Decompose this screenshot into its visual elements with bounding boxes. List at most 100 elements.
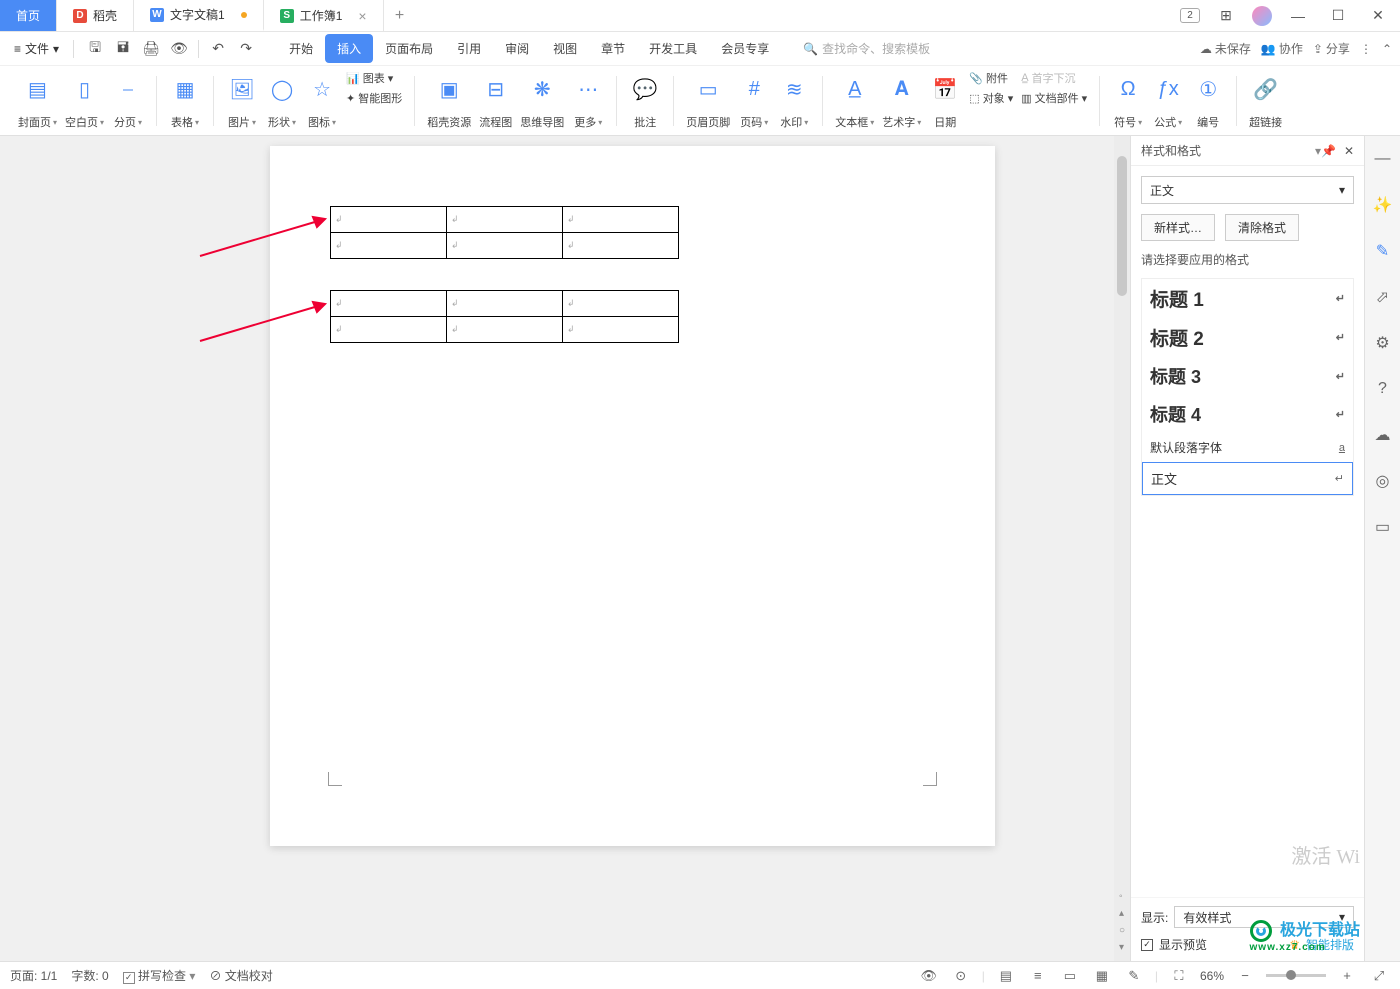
table-row[interactable]: ↲↲↲: [331, 233, 679, 259]
eye-icon[interactable]: 👁: [918, 965, 940, 987]
badge-icon[interactable]: 2: [1180, 8, 1200, 23]
unsaved-button[interactable]: ☁未保存: [1200, 40, 1251, 57]
avatar[interactable]: [1252, 6, 1272, 26]
share-button[interactable]: ⇪分享: [1313, 40, 1350, 57]
collab-button[interactable]: 👥协作: [1261, 40, 1303, 57]
show-select[interactable]: 有效样式▾: [1174, 906, 1354, 928]
preview-checkbox[interactable]: ✓: [1141, 939, 1153, 951]
undo-button[interactable]: ↶: [205, 36, 231, 62]
menu-sections[interactable]: 章节: [589, 34, 637, 63]
style-item-h1[interactable]: 标题 1↵: [1142, 279, 1353, 318]
vertical-scrollbar[interactable]: ◦ ▴ ○ ▾: [1114, 136, 1130, 961]
fullscreen-icon[interactable]: ⤢: [1368, 965, 1390, 987]
pin-icon[interactable]: 📌: [1321, 144, 1336, 158]
view-outline-icon[interactable]: ≡: [1027, 965, 1049, 987]
smart-layout-link[interactable]: 智能排版: [1306, 936, 1354, 953]
tab-home[interactable]: 首页: [0, 0, 57, 31]
tool-pointer-icon[interactable]: ⬀: [1370, 284, 1396, 310]
tool-screen-icon[interactable]: ▭: [1370, 514, 1396, 540]
cover-page-button[interactable]: ▤封面页▾: [14, 70, 61, 132]
status-spellcheck[interactable]: ✓ 拼写检查 ▾: [123, 967, 196, 984]
page-nav-icon[interactable]: ○: [1119, 925, 1125, 936]
tool-sparkle-icon[interactable]: ✨: [1370, 192, 1396, 218]
file-menu[interactable]: ≡文件▾: [8, 40, 65, 57]
save-button[interactable]: 🖫: [82, 36, 108, 62]
chart-button[interactable]: 📊图表▾: [346, 70, 402, 86]
new-tab-button[interactable]: +: [384, 0, 416, 31]
numbering-button[interactable]: ①编号: [1188, 70, 1228, 132]
hyperlink-button[interactable]: 🔗超链接: [1245, 70, 1286, 132]
shape-button[interactable]: ◯形状▾: [262, 70, 302, 132]
more-icon[interactable]: ⋮: [1360, 42, 1372, 56]
menu-member[interactable]: 会员专享: [709, 34, 781, 63]
tab-dk[interactable]: D稻壳: [57, 0, 134, 31]
window-maximize-icon[interactable]: ☐: [1324, 2, 1352, 30]
tool-minimize-icon[interactable]: —: [1370, 146, 1396, 172]
table-row[interactable]: ↲↲↲: [331, 291, 679, 317]
scroll-thumb[interactable]: [1117, 156, 1127, 296]
current-style-select[interactable]: 正文▾: [1141, 176, 1354, 204]
view-markup-icon[interactable]: ✎: [1123, 965, 1145, 987]
style-item-body[interactable]: 正文↵: [1142, 462, 1353, 495]
object-button[interactable]: ⬚对象▾: [969, 90, 1013, 106]
comment-button[interactable]: 💬批注: [625, 70, 665, 132]
flowchart-button[interactable]: ⊟流程图: [475, 70, 516, 132]
tool-help-icon[interactable]: ?: [1370, 376, 1396, 402]
search-command[interactable]: 🔍查找命令、搜索模板: [803, 40, 930, 57]
collapse-ribbon-icon[interactable]: ⌃: [1382, 42, 1392, 56]
view-web-icon[interactable]: ▦: [1091, 965, 1113, 987]
status-proofread[interactable]: ⊘ 文档校对: [209, 967, 272, 984]
focus-icon[interactable]: ⊙: [950, 965, 972, 987]
status-page[interactable]: 页面: 1/1: [10, 967, 57, 984]
mindmap-button[interactable]: ❋思维导图: [516, 70, 568, 132]
style-item-h3[interactable]: 标题 3↵: [1142, 357, 1353, 395]
watermark-button[interactable]: ≋水印▾: [774, 70, 814, 132]
more-button[interactable]: ⋯更多▾: [568, 70, 608, 132]
attach-button[interactable]: 📎附件: [969, 70, 1013, 86]
tab-sheet[interactable]: S工作簿1×: [264, 0, 384, 31]
zoom-in-icon[interactable]: +: [1336, 965, 1358, 987]
print-preview-button[interactable]: 👁: [166, 36, 192, 62]
window-close-icon[interactable]: ✕: [1364, 2, 1392, 30]
panel-close-icon[interactable]: ✕: [1344, 144, 1354, 158]
wordart-button[interactable]: 𝐀艺术字▾: [878, 70, 925, 132]
status-words[interactable]: 字数: 0: [71, 967, 108, 984]
print-button[interactable]: 🖨: [138, 36, 164, 62]
view-read-icon[interactable]: ▭: [1059, 965, 1081, 987]
prev-page-icon[interactable]: ▴: [1119, 908, 1125, 919]
zoom-slider[interactable]: [1266, 974, 1326, 977]
textbox-button[interactable]: A̲文本框▾: [831, 70, 878, 132]
picture-button[interactable]: 🖼图片▾: [222, 70, 262, 132]
apps-icon[interactable]: ⊞: [1212, 2, 1240, 30]
redo-button[interactable]: ↷: [233, 36, 259, 62]
document-canvas[interactable]: ↲↲↲ ↲↲↲ ↲↲↲ ↲↲↲ ◦ ▴ ○ ▾: [0, 136, 1130, 961]
tool-settings-icon[interactable]: ⚙: [1370, 330, 1396, 356]
view-page-icon[interactable]: ▤: [995, 965, 1017, 987]
date-button[interactable]: 📅日期: [925, 70, 965, 132]
menu-pagelayout[interactable]: 页面布局: [373, 34, 445, 63]
tool-target-icon[interactable]: ◎: [1370, 468, 1396, 494]
style-item-h2[interactable]: 标题 2↵: [1142, 318, 1353, 357]
menu-references[interactable]: 引用: [445, 34, 493, 63]
table-1[interactable]: ↲↲↲ ↲↲↲: [330, 206, 679, 259]
tab-close-icon[interactable]: ×: [358, 8, 366, 24]
style-item-default-font[interactable]: 默认段落字体a: [1142, 433, 1353, 462]
tool-cloud-icon[interactable]: ☁: [1370, 422, 1396, 448]
next-page-icon[interactable]: ▾: [1119, 942, 1125, 953]
table-row[interactable]: ↲↲↲: [331, 317, 679, 343]
blank-page-button[interactable]: ▯空白页▾: [61, 70, 108, 132]
window-minimize-icon[interactable]: —: [1284, 2, 1312, 30]
save-as-button[interactable]: 🖬: [110, 36, 136, 62]
headerfooter-button[interactable]: ▭页眉页脚: [682, 70, 734, 132]
iconlib-button[interactable]: ☆图标▾: [302, 70, 342, 132]
table-button[interactable]: ▦表格▾: [165, 70, 205, 132]
formula-button[interactable]: ƒx公式▾: [1148, 70, 1188, 132]
table-row[interactable]: ↲↲↲: [331, 207, 679, 233]
menu-view[interactable]: 视图: [541, 34, 589, 63]
section-dot-icon[interactable]: ◦: [1119, 891, 1125, 902]
docpart-button[interactable]: ▥文档部件▾: [1021, 90, 1087, 106]
tab-doc[interactable]: W文字文稿1: [134, 0, 264, 31]
res-button[interactable]: ▣稻壳资源: [423, 70, 475, 132]
page-break-button[interactable]: ⎯分页▾: [108, 70, 148, 132]
zoom-out-icon[interactable]: −: [1234, 965, 1256, 987]
